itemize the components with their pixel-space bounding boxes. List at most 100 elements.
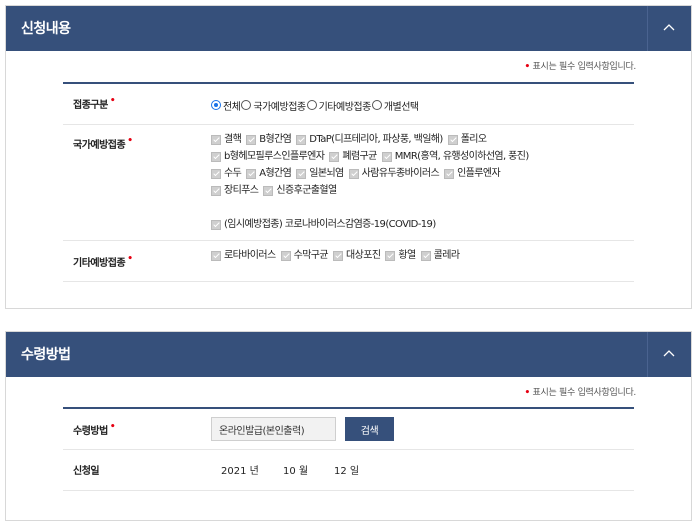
vaccine-checkbox-item[interactable]: 장티푸스 xyxy=(211,182,259,199)
collapse-button[interactable] xyxy=(647,6,691,51)
required-note: • 표시는 필수 입력사항입니다. xyxy=(524,388,637,398)
checkbox[interactable] xyxy=(211,134,221,145)
checkbox-label: B형간염 xyxy=(259,134,292,145)
vaccine-type-option[interactable]: 개별선택 xyxy=(371,98,419,113)
chevron-up-icon xyxy=(663,350,675,357)
checkbox[interactable] xyxy=(420,250,431,261)
date-year: 2021 년 xyxy=(221,466,259,477)
checkbox[interactable] xyxy=(246,134,257,145)
vaccine-checkbox-item[interactable]: A형간염 xyxy=(246,165,292,182)
date-day: 12 일 xyxy=(334,466,360,477)
checkbox-label: 사람유두종바이러스 xyxy=(361,168,440,179)
vaccine-checkbox-item[interactable]: 사람유두종바이러스 xyxy=(348,165,440,182)
vaccine-checkbox-item[interactable]: 수막구균 xyxy=(280,247,329,264)
vaccine-type-option[interactable]: 기타예방접종 xyxy=(306,98,372,113)
radio-button[interactable] xyxy=(371,100,382,110)
required-dot-icon: • xyxy=(524,62,531,72)
panel-header: 수령방법 xyxy=(6,332,691,377)
checkbox[interactable] xyxy=(329,151,340,162)
checkbox-label: 일본뇌염 xyxy=(309,168,344,179)
vaccine-checkbox-item[interactable]: 수두 xyxy=(211,165,242,182)
application-content-panel: 신청내용 • 표시는 필수 입력사항입니다. 접종구분 • 전체 국가예방접종 기타예… xyxy=(5,5,692,309)
required-dot-icon: • xyxy=(109,422,116,432)
checkbox[interactable] xyxy=(348,168,359,179)
national-vaccine-checkbox-list: 결핵 B형간염 DTaP(디프테리아, 파상풍, 백일해) 폴리오 b형헤모필루스인플루… xyxy=(211,131,634,233)
checkbox[interactable] xyxy=(211,185,221,196)
checkbox[interactable] xyxy=(296,168,307,179)
vaccine-checkbox-item[interactable]: 로타바이러스 xyxy=(211,247,276,264)
checkbox-line: (임시예방접종) 코로나바이러스감염증-19(COVID-19) xyxy=(211,216,634,233)
checkbox-line: b형헤모필루스인플루엔자 폐렴구균 MMR(홍역, 유행성이하선염, 풍진) xyxy=(211,148,634,165)
checkbox[interactable] xyxy=(246,168,257,179)
option-label: 전체 xyxy=(223,101,241,113)
checkbox[interactable] xyxy=(333,250,344,261)
radio-button[interactable] xyxy=(211,100,221,110)
vaccine-type-option[interactable]: 국가예방접종 xyxy=(241,98,306,113)
date-month: 10 월 xyxy=(283,466,309,477)
checkbox-label: DTaP(디프테리아, 파상풍, 백일해) xyxy=(309,134,443,145)
checkbox-label: 수막구균 xyxy=(293,250,329,261)
vaccine-checkbox-item[interactable]: 황열 xyxy=(385,247,416,264)
vaccine-checkbox-item[interactable]: 폴리오 xyxy=(447,131,487,148)
checkbox[interactable] xyxy=(447,134,458,145)
checkbox-label: 황열 xyxy=(398,250,416,261)
vaccine-checkbox-item[interactable]: 대상포진 xyxy=(333,247,381,264)
checkbox[interactable] xyxy=(444,168,455,179)
option-label: 기타예방접종 xyxy=(318,101,372,113)
required-note: • 표시는 필수 입력사항입니다. xyxy=(524,62,637,72)
search-button[interactable]: 검색 xyxy=(345,417,394,441)
panel-title: 수령방법 xyxy=(21,347,71,363)
collapse-button[interactable] xyxy=(647,332,691,377)
checkbox[interactable] xyxy=(381,151,392,162)
checkbox-label: 폐렴구균 xyxy=(342,151,377,162)
vaccine-type-label: 접종구분 • xyxy=(73,96,116,111)
checkbox-line: 수두 A형간염 일본뇌염 사람유두종바이러스 인플루엔자 xyxy=(211,165,634,182)
required-dot-icon: • xyxy=(127,136,133,146)
checkbox[interactable] xyxy=(296,134,307,145)
vaccine-checkbox-item[interactable]: 신증후군출혈열 xyxy=(263,182,337,199)
vaccine-type-row: 접종구분 • 전체 국가예방접종 기타예방접종 개별선택 xyxy=(63,84,634,125)
checkbox[interactable] xyxy=(385,250,396,261)
vaccine-checkbox-item[interactable]: DTaP(디프테리아, 파상풍, 백일해) xyxy=(296,131,443,148)
receipt-method-label: 수령방법 • xyxy=(73,422,116,437)
vaccine-checkbox-item[interactable]: b형헤모필루스인플루엔자 xyxy=(211,148,325,165)
checkbox-label: 대상포진 xyxy=(346,250,381,261)
checkbox[interactable] xyxy=(280,250,291,261)
other-vaccine-label: 기타예방접종 • xyxy=(73,254,133,269)
vaccine-checkbox-item[interactable]: B형간염 xyxy=(246,131,292,148)
receipt-method-panel: 수령방법 • 표시는 필수 입력사항입니다. 수령방법• 검색 신청일 2021… xyxy=(5,331,692,521)
checkbox-label: 결핵 xyxy=(224,134,242,145)
checkbox[interactable] xyxy=(263,185,274,196)
national-vaccine-label: 국가예방접종 • xyxy=(73,136,133,151)
radio-button[interactable] xyxy=(241,100,252,110)
national-vaccine-row: 국가예방접종 • 결핵 B형간염 DTaP(디프테리아, 파상풍, 백일해) 폴리오 b형… xyxy=(63,125,634,241)
vaccine-checkbox-item[interactable]: 폐렴구균 xyxy=(329,148,377,165)
radio-button[interactable] xyxy=(306,100,317,110)
other-vaccine-row: 기타예방접종 • 로타바이러스 수막구균 대상포진 황열 콜레라 xyxy=(63,241,634,282)
option-label: 국가예방접종 xyxy=(253,101,306,113)
receipt-method-row: 수령방법• 검색 xyxy=(63,409,634,450)
vaccine-checkbox-item[interactable]: 인플루엔자 xyxy=(444,165,501,182)
vaccine-checkbox-item[interactable]: (임시예방접종) 코로나바이러스감염증-19(COVID-19) xyxy=(211,216,436,233)
checkbox[interactable] xyxy=(211,151,221,162)
other-vaccine-checkbox-list: 로타바이러스 수막구균 대상포진 황열 콜레라 xyxy=(211,247,634,264)
checkbox-label: 수두 xyxy=(224,168,242,179)
checkbox-line xyxy=(211,199,634,216)
checkbox[interactable] xyxy=(211,250,221,261)
vaccine-checkbox-item[interactable]: 결핵 xyxy=(211,131,242,148)
vaccine-checkbox-item[interactable]: 콜레라 xyxy=(420,247,460,264)
checkbox-label: A형간염 xyxy=(259,168,292,179)
application-form-table: 접종구분 • 전체 국가예방접종 기타예방접종 개별선택 국가예방접종 • 결핵 B형간염 D… xyxy=(63,82,634,282)
vaccine-type-option[interactable]: 전체 xyxy=(211,98,241,113)
application-date-row: 신청일 2021 년 10 월 12 일 xyxy=(63,450,634,491)
checkbox-label: (임시예방접종) 코로나바이러스감염증-19(COVID-19) xyxy=(224,219,436,230)
option-label: 개별선택 xyxy=(383,101,419,113)
checkbox-label: 인플루엔자 xyxy=(457,168,501,179)
receipt-method-input[interactable] xyxy=(211,417,336,441)
vaccine-checkbox-item[interactable]: MMR(홍역, 유행성이하선염, 풍진) xyxy=(381,148,530,165)
checkbox-label: MMR(홍역, 유행성이하선염, 풍진) xyxy=(394,151,530,162)
vaccine-checkbox-item[interactable]: 일본뇌염 xyxy=(296,165,344,182)
checkbox[interactable] xyxy=(211,168,221,179)
checkbox-line: 로타바이러스 수막구균 대상포진 황열 콜레라 xyxy=(211,247,634,264)
checkbox[interactable] xyxy=(211,219,221,230)
